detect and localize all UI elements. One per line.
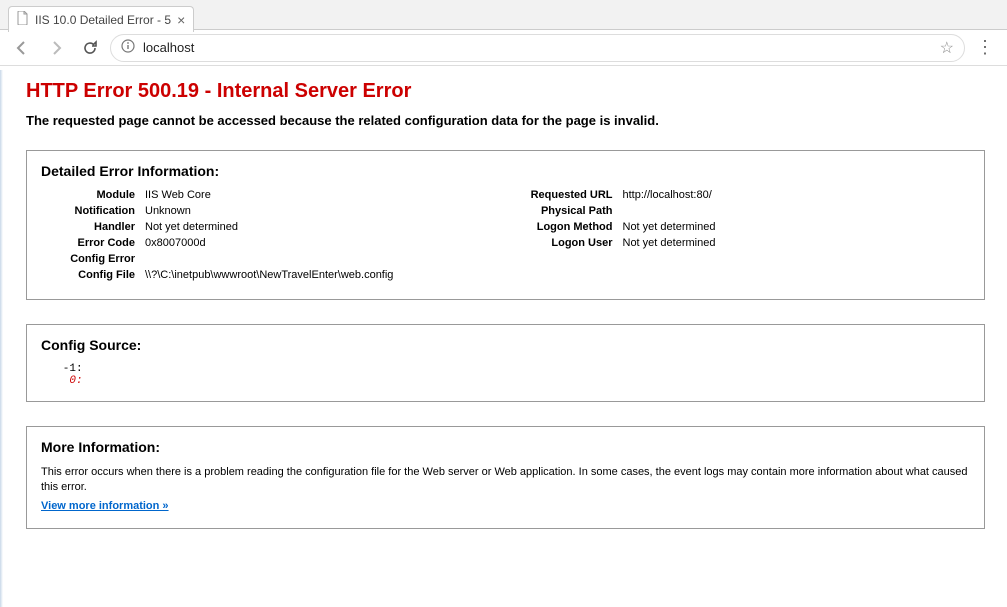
url-text: localhost [143,40,932,55]
value-notification: Unknown [145,205,493,217]
label-error-code: Error Code [45,237,145,249]
value-error-code: 0x8007000d [145,237,493,249]
error-title: HTTP Error 500.19 - Internal Server Erro… [26,80,985,103]
browser-menu-button[interactable]: ⋮ [971,34,999,62]
tab-close-button[interactable]: × [177,13,185,27]
label-notification: Notification [45,205,145,217]
label-module: Module [45,189,145,201]
value-handler: Not yet determined [145,221,493,233]
more-info-heading: More Information: [41,439,970,455]
page-content: HTTP Error 500.19 - Internal Server Erro… [0,66,1007,607]
bookmark-star-icon[interactable]: ☆ [940,38,954,58]
value-logon-method: Not yet determined [623,221,971,233]
detail-right-column: Requested URLhttp://localhost:80/ Physic… [523,189,971,285]
detailed-error-panel: Detailed Error Information: ModuleIIS We… [26,150,985,300]
value-logon-user: Not yet determined [623,237,971,249]
browser-toolbar: localhost ☆ ⋮ [0,30,1007,66]
label-logon-method: Logon Method [523,221,623,233]
label-logon-user: Logon User [523,237,623,249]
reload-button[interactable] [76,34,104,62]
more-info-text: This error occurs when there is a proble… [41,465,970,496]
detailed-error-heading: Detailed Error Information: [41,163,970,179]
config-source-heading: Config Source: [41,337,970,353]
label-config-file: Config File [45,269,145,281]
value-config-file: \\?\C:\inetpub\wwwroot\NewTravelEnter\we… [145,269,493,281]
config-line-2: 0: [43,375,89,387]
browser-tab[interactable]: IIS 10.0 Detailed Error - 5 × [8,6,194,32]
forward-button[interactable] [42,34,70,62]
label-physical-path: Physical Path [523,205,623,217]
label-requested-url: Requested URL [523,189,623,201]
config-source-body: -1: 0: [41,363,970,387]
value-module: IIS Web Core [145,189,493,201]
page-icon [17,11,29,28]
value-requested-url: http://localhost:80/ [623,189,971,201]
config-line-1: -1: [43,363,89,375]
label-config-error: Config Error [45,253,145,265]
detail-left-column: ModuleIIS Web Core NotificationUnknown H… [45,189,493,285]
window-edge [0,70,3,607]
browser-tab-strip: IIS 10.0 Detailed Error - 5 × [0,0,1007,30]
error-subtitle: The requested page cannot be accessed be… [26,113,985,128]
view-more-link[interactable]: View more information » [41,500,169,512]
address-bar[interactable]: localhost ☆ [110,34,965,62]
back-button[interactable] [8,34,36,62]
label-handler: Handler [45,221,145,233]
more-info-panel: More Information: This error occurs when… [26,426,985,529]
tab-title: IIS 10.0 Detailed Error - 5 [35,13,171,27]
site-info-icon[interactable] [121,39,135,56]
config-source-panel: Config Source: -1: 0: [26,324,985,402]
